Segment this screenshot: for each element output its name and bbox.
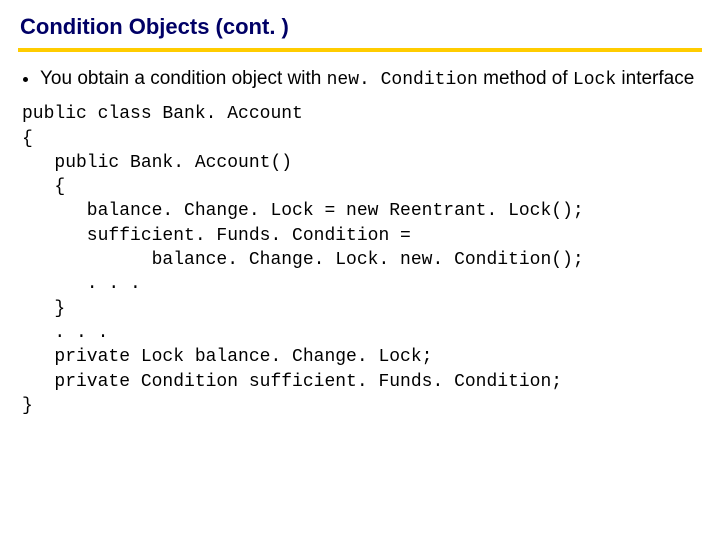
inline-code-lock: Lock <box>573 70 616 90</box>
inline-code-newcondition: new. Condition <box>327 70 478 90</box>
code-block: public class Bank. Account { public Bank… <box>22 102 702 418</box>
slide: Condition Objects (cont. ) You obtain a … <box>0 0 720 540</box>
bullet-text-pre: You obtain a condition object with <box>40 68 327 89</box>
bullet-item: You obtain a condition object with new. … <box>40 66 702 92</box>
bullet-list: You obtain a condition object with new. … <box>18 66 702 92</box>
bullet-text-mid: method of <box>478 68 573 89</box>
slide-title: Condition Objects (cont. ) <box>18 10 702 52</box>
bullet-text-post: interface <box>616 68 694 89</box>
